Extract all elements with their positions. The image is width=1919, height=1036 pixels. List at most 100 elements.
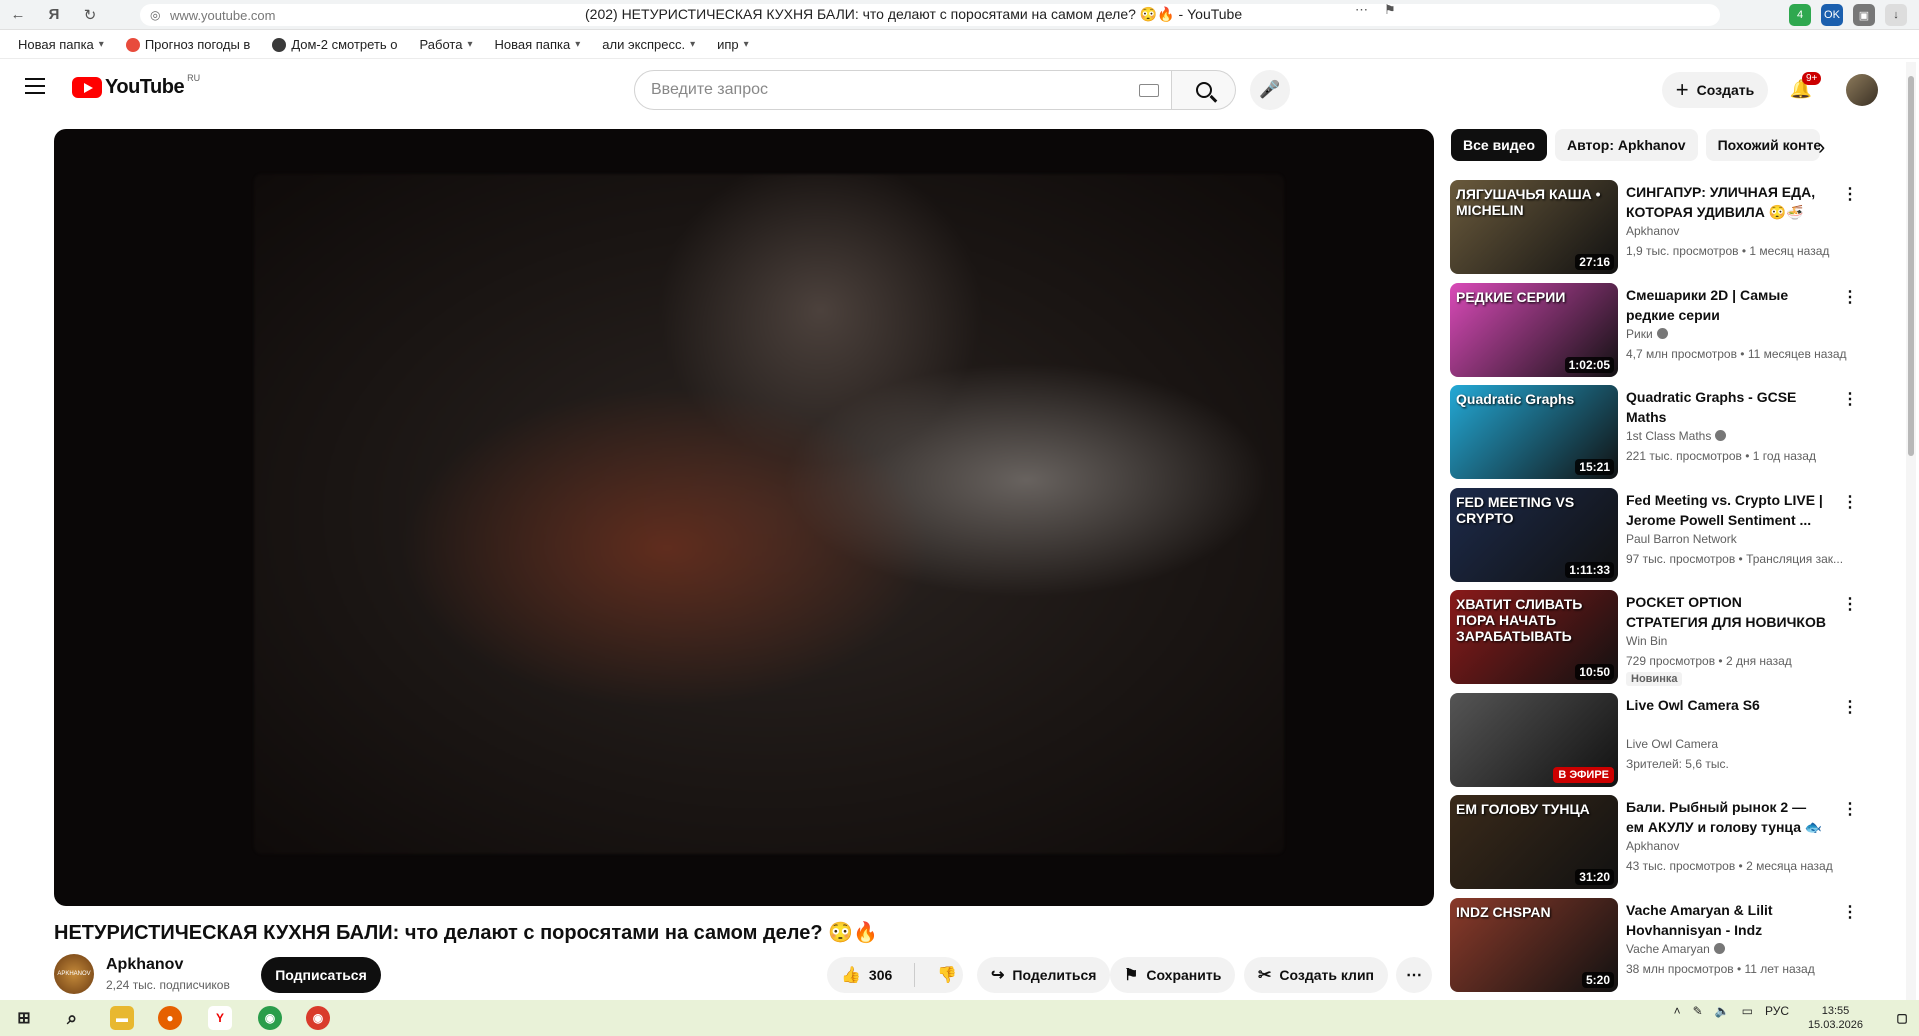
volume-icon[interactable]: 🔈 — [1715, 1004, 1730, 1018]
bookmark-folder[interactable]: Новая папка ▾ — [18, 37, 104, 52]
extension-2-icon[interactable]: OK — [1821, 4, 1843, 26]
dom2-icon — [272, 37, 287, 52]
kebab-menu-icon[interactable]: ⋮ — [1842, 594, 1858, 614]
recommendation-title[interactable]: POCKET OPTION СТРАТЕГИЯ ДЛЯ НОВИЧКОВ ПОК… — [1626, 592, 1826, 632]
recommendation-item[interactable]: РЕДКИЕ СЕРИИ 1:02:05 Смешарики 2D | Самые … — [1450, 282, 1860, 379]
video-thumbnail[interactable]: Quadratic Graphs 15:21 — [1450, 385, 1618, 479]
recommendation-item[interactable]: ЛЯГУШАЧЬЯ КАША • MICHELIN 27:16 СИНГАПУР: … — [1450, 180, 1860, 276]
bookmark-folder[interactable]: Работа ▾ — [420, 37, 473, 52]
kebab-menu-icon[interactable]: ⋮ — [1842, 902, 1858, 922]
kebab-menu-icon[interactable]: ⋮ — [1842, 287, 1858, 307]
recommendation-meta: Зрителей: 5,6 тыс. — [1626, 756, 1729, 771]
bookmark-folder[interactable]: ипр ▾ — [717, 37, 749, 52]
keyboard-icon[interactable] — [1139, 84, 1159, 97]
video-player[interactable] — [54, 129, 1434, 906]
yandex-browser-icon[interactable]: Y — [208, 1006, 232, 1030]
recommendation-channel[interactable]: Apkhanov — [1626, 224, 1679, 238]
recommendation-title[interactable]: Vache Amaryan & Lilit Hovhannisyan - Ind… — [1626, 900, 1826, 940]
recommendation-channel[interactable]: Live Owl Camera — [1626, 737, 1718, 751]
video-thumbnail[interactable]: ХВАТИТ СЛИВАТЬ ПОРА НАЧАТЬ ЗАРАБАТЫВАТЬ 1… — [1450, 590, 1618, 684]
channel-name[interactable]: Apkhanov — [106, 956, 183, 974]
clock[interactable]: 13:55 15.03.2026 — [1808, 1004, 1863, 1032]
video-thumbnail[interactable]: РЕДКИЕ СЕРИИ 1:02:05 — [1450, 282, 1618, 377]
clip-button[interactable]: ✂ Создать клип — [1244, 957, 1389, 993]
subscribe-button[interactable]: Подписаться — [261, 957, 381, 993]
share-button[interactable]: ↪ Поделиться — [977, 957, 1111, 993]
firefox-icon[interactable]: ● — [158, 1006, 182, 1030]
bookmark-link[interactable]: Дом-2 смотреть о — [272, 37, 398, 52]
windows-start-icon[interactable]: ⊞ — [12, 1006, 36, 1030]
address-tools: ⋯ ⚑ — [1355, 2, 1396, 18]
youtube-logo[interactable]: YouTube RU — [72, 73, 200, 99]
back-icon[interactable]: ← — [0, 0, 36, 30]
kebab-menu-icon[interactable]: ⋮ — [1842, 492, 1858, 512]
chevron-up-icon[interactable]: ˄ — [1674, 1004, 1681, 1018]
search-input[interactable]: Введите запрос — [634, 70, 1172, 110]
more-actions-button[interactable]: ⋯ — [1396, 957, 1432, 993]
video-thumbnail[interactable]: INDZ CHSPAN 5:20 — [1450, 897, 1618, 992]
kebab-menu-icon[interactable]: ⋮ — [1842, 184, 1858, 204]
user-avatar[interactable] — [1846, 74, 1878, 106]
dislike-button[interactable]: 👎 — [923, 965, 957, 985]
chevron-right-icon[interactable]: › — [1818, 134, 1825, 160]
video-thumbnail[interactable]: ЕМ ГОЛОВУ ТУНЦА 31:20 — [1450, 795, 1618, 889]
bookmark-folder[interactable]: али экспресс. ▾ — [602, 37, 695, 52]
scrollbar-thumb[interactable] — [1908, 76, 1914, 456]
scissors-icon: ✂ — [1258, 967, 1272, 984]
channel-avatar[interactable]: APKHANOV — [54, 954, 94, 994]
bookmark-link[interactable]: Прогноз погоды в — [125, 37, 250, 52]
notifications-icon[interactable]: ▢ — [1890, 1006, 1914, 1030]
chip-all-videos[interactable]: Все видео — [1451, 129, 1548, 161]
recommendation-title[interactable]: Quadratic Graphs - GCSE Maths — [1626, 387, 1826, 427]
recommendation-title[interactable]: Бали. Рыбный рынок 2 — ем АКУЛУ и голову… — [1626, 797, 1826, 837]
chip-similar[interactable]: Похожий конте — [1705, 129, 1820, 161]
kebab-menu-icon[interactable]: ⋮ — [1842, 697, 1858, 717]
recommendation-item[interactable]: ЕМ ГОЛОВУ ТУНЦА 31:20 Бали. Рыбный рынок 2… — [1450, 795, 1860, 891]
recommendation-channel[interactable]: Paul Barron Network — [1626, 532, 1737, 546]
video-thumbnail[interactable]: ЛЯГУШАЧЬЯ КАША • MICHELIN 27:16 — [1450, 180, 1618, 274]
recommendation-item[interactable]: FED MEETING VS CRYPTO 1:11:33 Fed Meeting … — [1450, 487, 1860, 584]
language-indicator[interactable]: РУС — [1765, 1004, 1789, 1018]
bookmark-icon[interactable]: ⚑ — [1384, 2, 1396, 18]
video-thumbnail[interactable]: FED MEETING VS CRYPTO 1:11:33 — [1450, 487, 1618, 582]
kebab-menu-icon[interactable]: ⋮ — [1842, 389, 1858, 409]
recommendation-item[interactable]: В ЭФИРЕ Live Owl Camera S6 Live Owl Camera… — [1450, 692, 1860, 789]
page-tab-title: (202) НЕТУРИСТИЧЕСКАЯ КУХНЯ БАЛИ: что де… — [585, 6, 1243, 22]
download-icon[interactable]: ↓ — [1885, 4, 1907, 26]
recommendation-item[interactable]: Quadratic Graphs 15:21 Quadratic Graphs - … — [1450, 385, 1860, 481]
like-button[interactable]: 👍 306 — [827, 963, 915, 987]
recommendation-channel[interactable]: Apkhanov — [1626, 839, 1679, 853]
menu-icon[interactable] — [25, 78, 45, 94]
search-icon[interactable]: ⌕ — [60, 1006, 84, 1030]
recommendation-title[interactable]: Fed Meeting vs. Crypto LIVE | Jerome Pow… — [1626, 490, 1826, 530]
like-count: 306 — [868, 967, 893, 983]
more-dots-icon[interactable]: ⋯ — [1355, 2, 1368, 18]
chrome-profile-icon[interactable]: ◉ — [306, 1006, 330, 1030]
create-button[interactable]: + Создать — [1662, 72, 1768, 108]
voice-search-button[interactable]: 🎤 — [1250, 70, 1290, 110]
thumbnail-text: РЕДКИЕ СЕРИИ — [1456, 288, 1566, 305]
search-button[interactable] — [1172, 70, 1236, 110]
yandex-icon[interactable]: Я — [36, 0, 72, 30]
file-explorer-icon[interactable]: ▬ — [110, 1006, 134, 1030]
recommendation-channel[interactable]: 1st Class Maths — [1626, 429, 1727, 443]
chip-author[interactable]: Автор: Apkhanov — [1555, 129, 1698, 161]
reload-icon[interactable]: ↻ — [72, 0, 108, 30]
extension-icon[interactable]: 4 — [1789, 4, 1811, 26]
recommendation-title[interactable]: СИНГАПУР: УЛИЧНАЯ ЕДА, КОТОРАЯ УДИВИЛА 😳… — [1626, 182, 1826, 222]
recommendation-channel[interactable]: Рики — [1626, 327, 1668, 341]
chrome-icon[interactable]: ◉ — [258, 1006, 282, 1030]
recommendation-channel[interactable]: Vache Amaryan — [1626, 942, 1725, 956]
recommendation-channel[interactable]: Win Bin — [1626, 634, 1667, 648]
recommendation-title[interactable]: Смешарики 2D | Самые редкие серии — [1626, 285, 1826, 325]
save-button[interactable]: ⚑ Сохранить — [1110, 957, 1236, 993]
bookmark-folder[interactable]: Новая папка ▾ — [494, 37, 580, 52]
kebab-menu-icon[interactable]: ⋮ — [1842, 799, 1858, 819]
network-icon[interactable]: ▭ — [1742, 1004, 1753, 1018]
collections-icon[interactable]: ▣ — [1853, 4, 1875, 26]
pen-icon[interactable]: ✎ — [1693, 1004, 1703, 1018]
recommendation-title[interactable]: Live Owl Camera S6 — [1626, 695, 1826, 715]
video-thumbnail[interactable]: В ЭФИРЕ — [1450, 692, 1618, 787]
recommendation-item[interactable]: ХВАТИТ СЛИВАТЬ ПОРА НАЧАТЬ ЗАРАБАТЫВАТЬ 1… — [1450, 590, 1860, 686]
recommendation-item[interactable]: INDZ CHSPAN 5:20 Vache Amaryan & Lilit Hov… — [1450, 897, 1860, 994]
